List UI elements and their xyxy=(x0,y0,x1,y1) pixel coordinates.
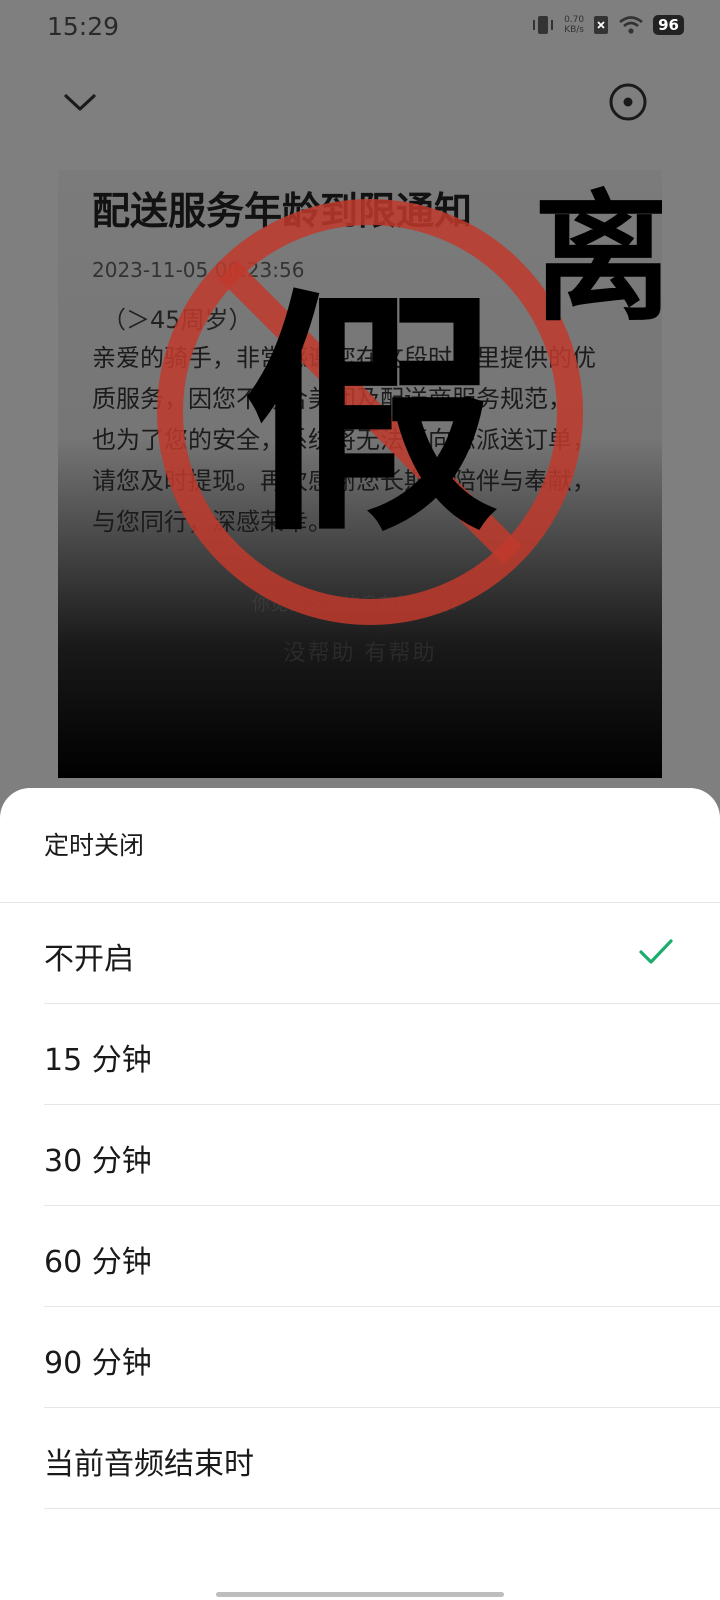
option-label: 30 分钟 xyxy=(44,1144,152,1179)
cover-image: 配送服务年龄到限通知 2023-11-05 00:23:56 （＞45周岁） 亲… xyxy=(58,170,662,778)
network-speed-unit: KB/s xyxy=(564,25,584,35)
option-label: 90 分钟 xyxy=(44,1346,152,1381)
timer-option-end-of-audio[interactable]: 当前音频结束时 xyxy=(0,1408,720,1509)
status-icons: 0.70 KB/s 96 xyxy=(531,14,684,36)
sheet-title: 定时关闭 xyxy=(44,831,145,860)
battery-level: 96 xyxy=(653,15,684,35)
side-stamp-char: 离 xyxy=(533,178,662,341)
network-speed: 0.70 KB/s xyxy=(564,15,584,35)
timer-option-60[interactable]: 60 分钟 xyxy=(0,1206,720,1307)
wifi-icon xyxy=(619,16,643,34)
option-label: 不开启 xyxy=(44,942,134,977)
status-bar: 15:29 0.70 KB/s 96 xyxy=(0,0,720,56)
fake-stamp-char: 假 xyxy=(243,269,499,566)
chevron-down-icon[interactable] xyxy=(58,80,102,124)
timer-options: 不开启 15 分钟 30 分钟 60 分钟 90 分钟 当前音频结束时 xyxy=(0,903,720,1509)
option-label: 60 分钟 xyxy=(44,1245,152,1280)
timer-option-off[interactable]: 不开启 xyxy=(0,903,720,1004)
divider xyxy=(44,1508,720,1509)
player-topbar xyxy=(0,70,720,130)
option-label: 15 分钟 xyxy=(44,1043,152,1078)
home-indicator[interactable] xyxy=(216,1592,504,1597)
timer-option-30[interactable]: 30 分钟 xyxy=(0,1105,720,1206)
target-circle-icon[interactable] xyxy=(606,80,650,124)
status-time: 15:29 xyxy=(47,12,120,41)
network-speed-value: 0.70 xyxy=(564,15,585,25)
timer-option-15[interactable]: 15 分钟 xyxy=(0,1004,720,1105)
checkmark-icon xyxy=(639,939,673,964)
vibrate-icon xyxy=(533,16,554,34)
timer-option-90[interactable]: 90 分钟 xyxy=(0,1307,720,1408)
timer-bottom-sheet: 定时关闭 不开启 15 分钟 30 分钟 60 分钟 90 分钟 当前音频结束时 xyxy=(0,788,720,1600)
option-label: 当前音频结束时 xyxy=(44,1447,254,1482)
sim-blocked-icon xyxy=(594,16,609,34)
